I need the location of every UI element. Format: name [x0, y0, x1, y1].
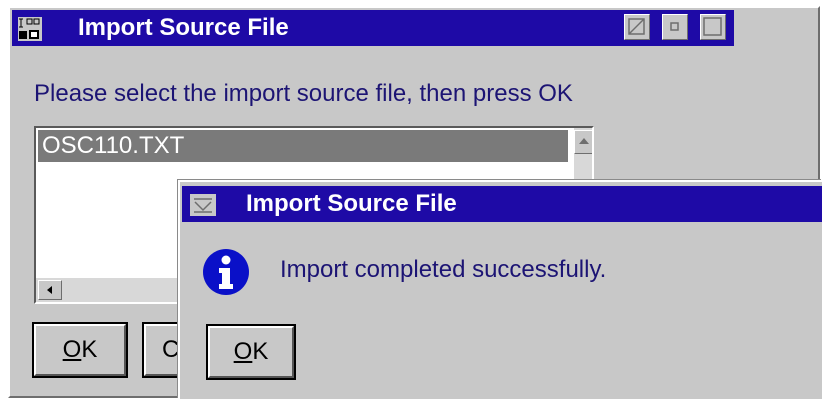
- dialog-ok-button[interactable]: OK: [206, 324, 296, 380]
- restore-button[interactable]: [624, 14, 650, 40]
- dialog-title: Import Source File: [246, 190, 457, 217]
- desktop: Import Source File Please select the imp…: [0, 0, 822, 399]
- chevron-left-icon: [47, 286, 52, 294]
- message-text: Import completed successfully.: [280, 256, 607, 283]
- minimize-button[interactable]: [662, 14, 688, 40]
- maximize-button[interactable]: [700, 14, 726, 40]
- list-item[interactable]: OSC110.TXT: [38, 130, 568, 162]
- scroll-left-button[interactable]: [38, 280, 62, 300]
- ok-mnemonic: O: [62, 336, 82, 363]
- message-dialog: Import Source File Import completed succ…: [178, 180, 822, 399]
- info-icon: [202, 248, 250, 296]
- dialog-title-bar[interactable]: Import Source File: [182, 186, 822, 222]
- cancel-label: C: [162, 336, 180, 363]
- title-bar[interactable]: Import Source File: [12, 10, 734, 46]
- window-icon[interactable]: [18, 17, 42, 41]
- scroll-up-button[interactable]: [574, 130, 592, 154]
- instruction-text: Please select the import source file, th…: [34, 80, 573, 107]
- ok-mnemonic: O: [233, 338, 253, 365]
- window-title: Import Source File: [78, 14, 289, 41]
- system-menu-icon[interactable]: [190, 194, 216, 216]
- ok-label-rest: K: [81, 336, 98, 363]
- ok-button[interactable]: OK: [32, 322, 128, 378]
- chevron-up-icon: [579, 138, 589, 144]
- ok-label-rest: K: [252, 338, 269, 365]
